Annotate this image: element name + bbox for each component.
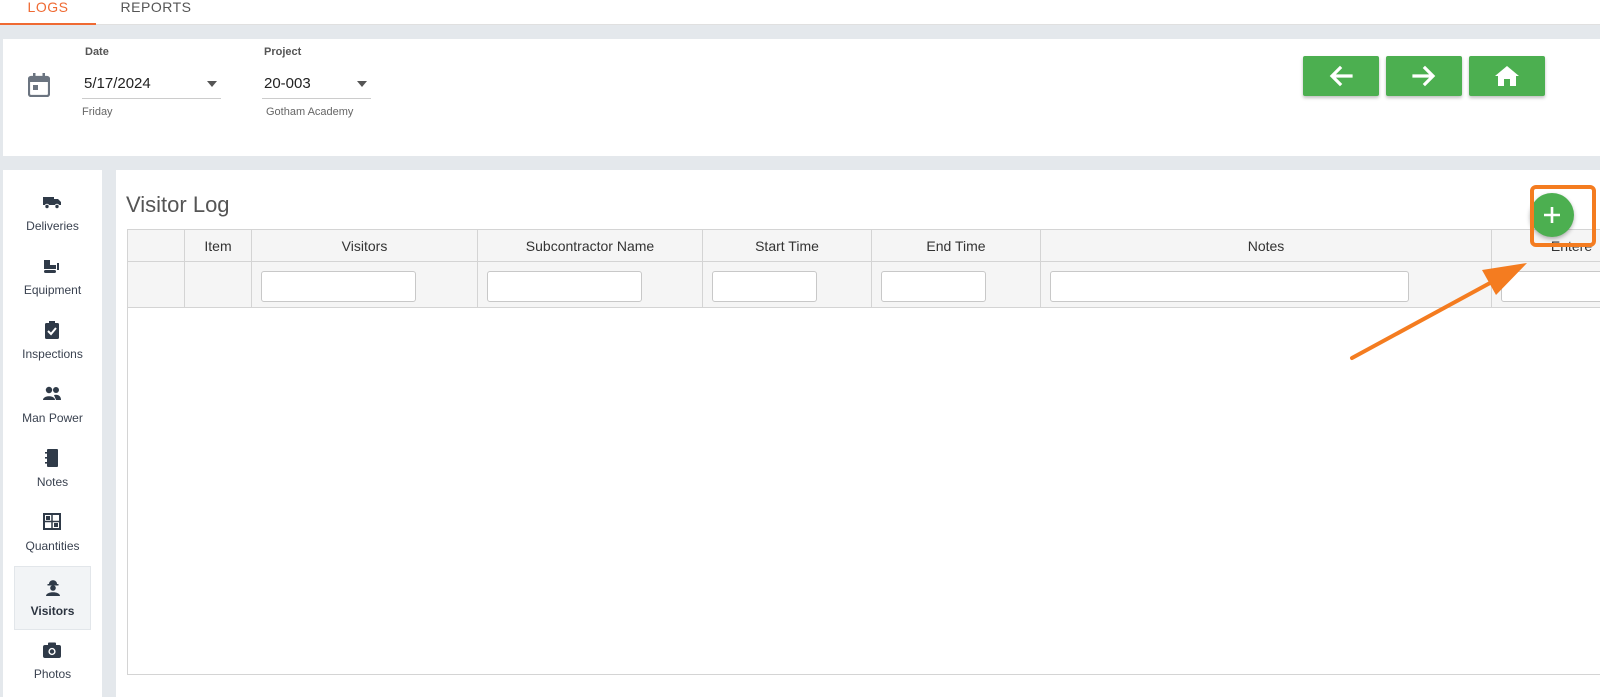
tab-reports[interactable]: REPORTS [108, 0, 204, 25]
date-weekday: Friday [82, 106, 113, 118]
plus-icon [1544, 207, 1560, 223]
end-time-filter-input[interactable] [881, 271, 986, 302]
sidebar-item-label: Deliveries [26, 219, 79, 233]
column-header-notes[interactable]: Notes [1041, 230, 1492, 262]
visitor-log-panel: Visitor Log Item Visitors Subcontractor … [116, 170, 1600, 697]
filter-cell-item [185, 262, 252, 308]
date-select[interactable]: 5/17/2024 [82, 69, 221, 99]
subcontractor-filter-input[interactable] [487, 271, 642, 302]
column-header-select [128, 230, 185, 262]
sidebar-item-label: Photos [33, 667, 72, 681]
notes-filter-input[interactable] [1050, 271, 1409, 302]
project-label: Project [264, 46, 302, 58]
log-type-sidebar: Deliveries Equipment Inspections Man Pow… [3, 170, 102, 697]
filter-cell-select [128, 262, 185, 308]
filter-cell-start-time [703, 262, 872, 308]
sidebar-item-visitors[interactable]: Visitors [14, 566, 91, 630]
truck-icon [43, 197, 61, 210]
notebook-icon [45, 449, 58, 467]
sidebar-item-label: Equipment [23, 283, 82, 297]
top-tab-bar: LOGS REPORTS [0, 0, 1600, 25]
add-visitor-button[interactable] [1530, 193, 1574, 237]
sidebar-item-label: Man Power [22, 411, 83, 425]
next-day-button[interactable] [1386, 56, 1462, 96]
entered-filter-input[interactable] [1501, 271, 1600, 302]
page-title: Visitor Log [126, 192, 230, 217]
project-value: 20-003 [264, 75, 311, 92]
sidebar-item-notes[interactable]: Notes [14, 438, 91, 502]
column-header-item[interactable]: Item [185, 230, 252, 262]
sidebar-item-deliveries[interactable]: Deliveries [14, 182, 91, 246]
camera-icon [43, 642, 61, 658]
filter-cell-subcontractor [478, 262, 703, 308]
home-icon [1495, 66, 1519, 86]
visitor-log-grid: Item Visitors Subcontractor Name Start T… [127, 229, 1600, 675]
sidebar-item-inspections[interactable]: Inspections [14, 310, 91, 374]
filter-cell-entered [1492, 262, 1600, 308]
project-name: Gotham Academy [266, 106, 354, 118]
column-header-end-time[interactable]: End Time [872, 230, 1041, 262]
log-header-panel: Date 5/17/2024 Friday Project 20-003 Got… [3, 39, 1600, 156]
previous-day-button[interactable] [1303, 56, 1379, 96]
worker-icon [46, 580, 60, 596]
sidebar-item-label: Notes [36, 475, 69, 489]
start-time-filter-input[interactable] [712, 271, 817, 302]
date-label: Date [85, 46, 109, 58]
clipboard-check-icon [45, 321, 59, 339]
sidebar-item-photos[interactable]: Photos [14, 630, 91, 694]
column-header-subcontractor-name[interactable]: Subcontractor Name [478, 230, 703, 262]
date-value: 5/17/2024 [84, 75, 151, 92]
calendar-icon[interactable] [28, 73, 50, 97]
sidebar-item-label: Inspections [22, 347, 83, 361]
sidebar-item-man-power[interactable]: Man Power [14, 374, 91, 438]
tab-logs[interactable]: LOGS [0, 0, 96, 25]
sidebar-item-label: Visitors [30, 604, 75, 618]
project-select[interactable]: 20-003 [262, 69, 371, 99]
filter-cell-end-time [872, 262, 1041, 308]
filter-cell-visitors [252, 262, 478, 308]
sidebar-item-label: Quantities [25, 539, 80, 553]
calculator-icon [43, 513, 61, 530]
people-icon [43, 386, 61, 400]
chevron-down-icon [207, 81, 217, 87]
column-header-visitors[interactable]: Visitors [252, 230, 478, 262]
column-header-start-time[interactable]: Start Time [703, 230, 872, 262]
arrow-left-icon [1329, 65, 1353, 87]
bulldozer-icon [44, 260, 59, 273]
filter-cell-notes [1041, 262, 1492, 308]
home-button[interactable] [1469, 56, 1545, 96]
sidebar-item-quantities[interactable]: Quantities [14, 502, 91, 566]
grid-header-row: Item Visitors Subcontractor Name Start T… [128, 230, 1600, 262]
chevron-down-icon [357, 81, 367, 87]
arrow-right-icon [1412, 65, 1436, 87]
grid-filter-row [128, 262, 1600, 308]
sidebar-item-equipment[interactable]: Equipment [14, 246, 91, 310]
visitors-filter-input[interactable] [261, 271, 416, 302]
